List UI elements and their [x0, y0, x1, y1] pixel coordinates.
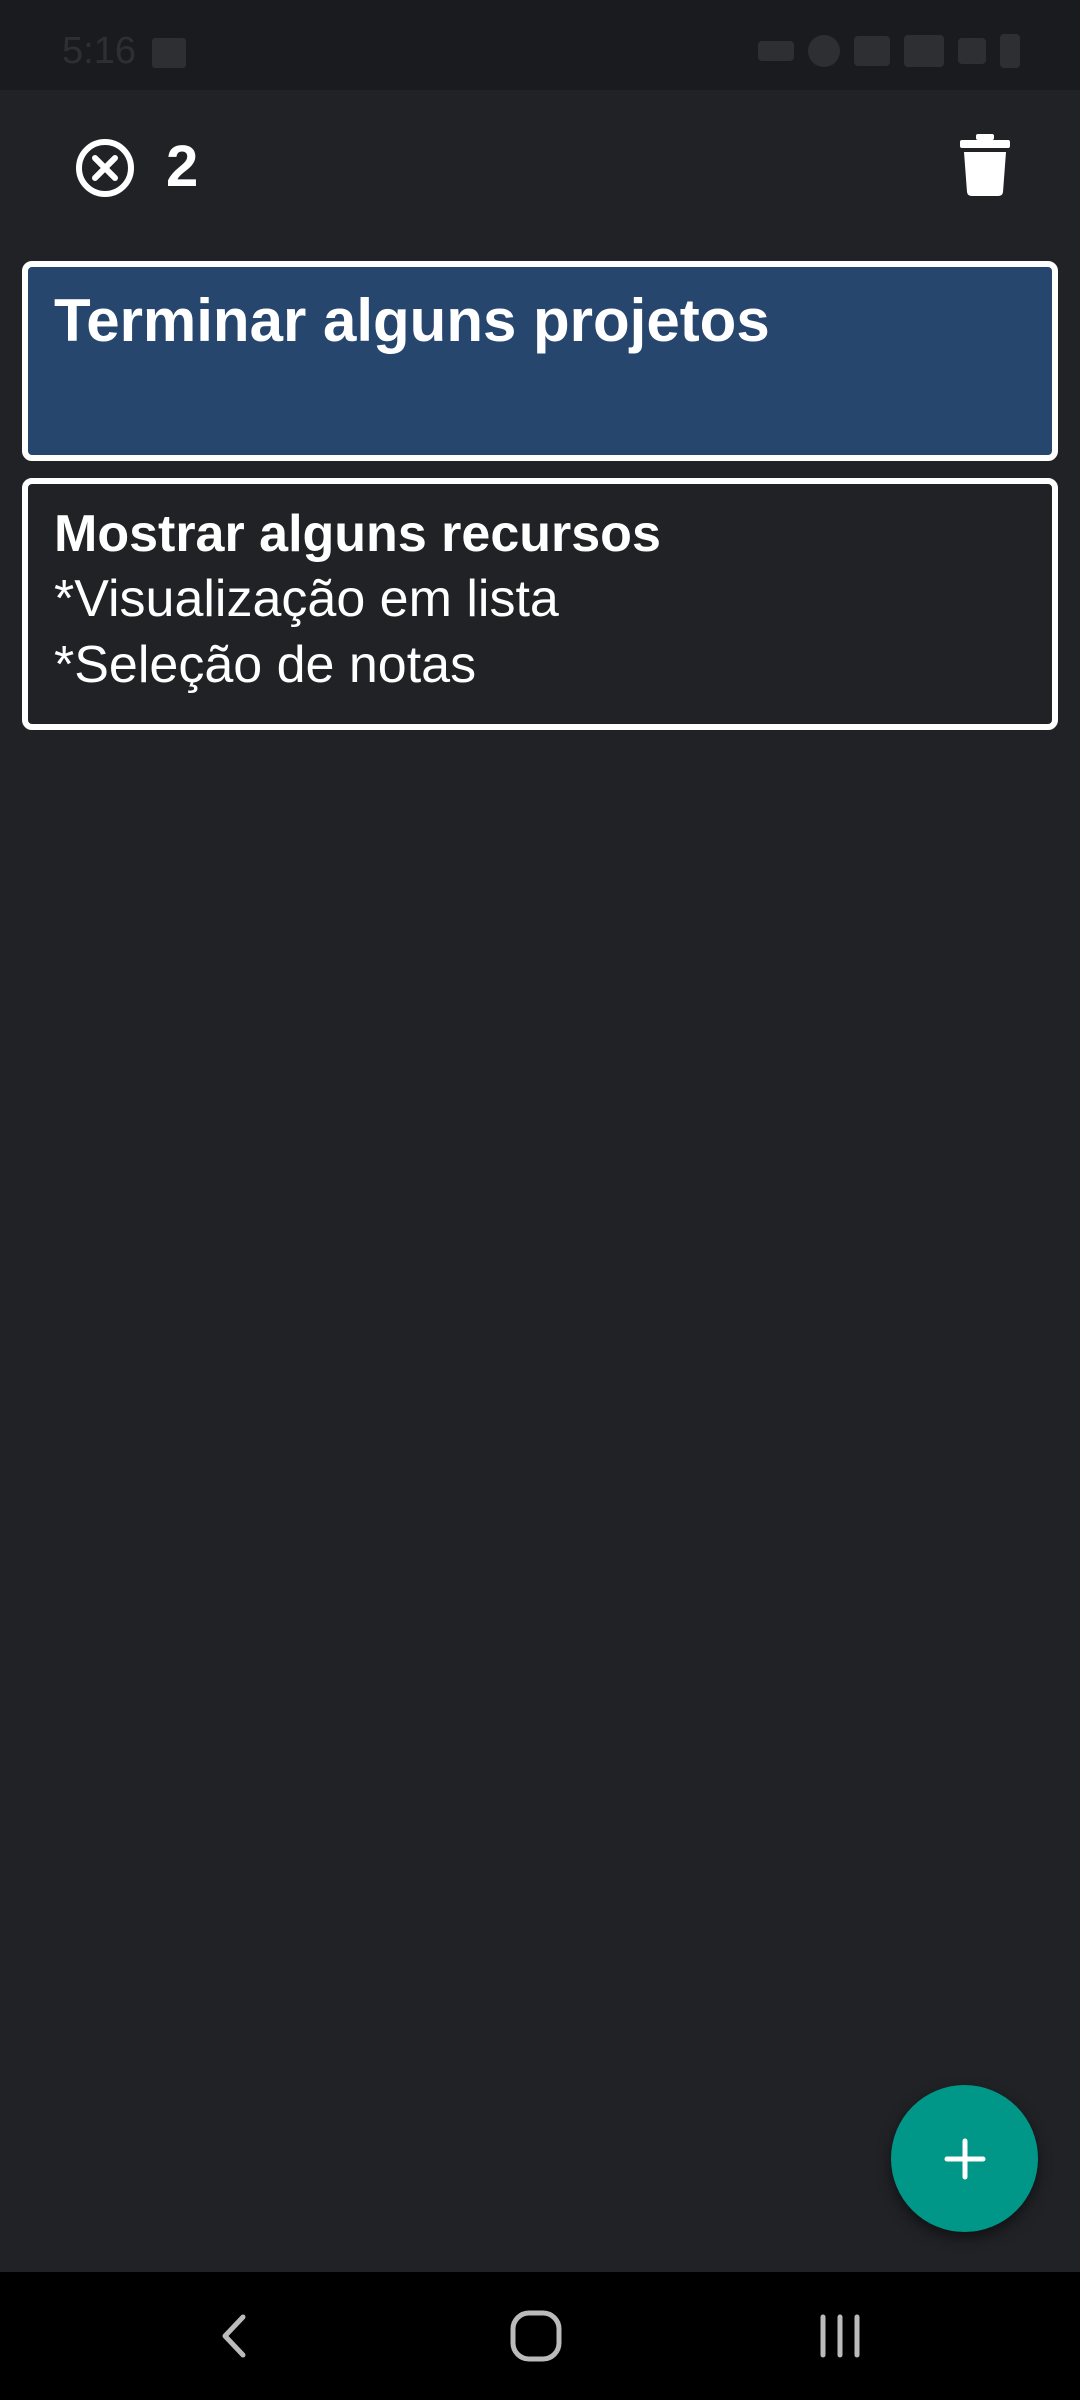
note-body-line: *Seleção de notas: [54, 636, 477, 694]
selected-count: 2: [166, 134, 199, 199]
recents-icon: [820, 2314, 860, 2358]
signal-bars-icon: [958, 38, 986, 64]
back-button[interactable]: [190, 2294, 280, 2378]
close-selection-button[interactable]: [72, 135, 138, 201]
navigation-bar: [0, 2272, 1080, 2400]
home-icon: [510, 2310, 562, 2362]
add-note-button[interactable]: [891, 2085, 1038, 2232]
trash-icon: [960, 134, 1010, 196]
recents-button[interactable]: [795, 2294, 885, 2378]
plus-icon: [944, 2138, 985, 2179]
image-notification-icon: [152, 38, 186, 68]
selection-toolbar: 2: [0, 90, 1080, 240]
signal-lte-icon: [904, 35, 944, 67]
note-card-selected[interactable]: Terminar alguns projetos: [22, 261, 1058, 461]
status-bar: 5:16: [0, 0, 1080, 90]
note-title: Terminar alguns projetos: [54, 287, 770, 354]
status-icons: [758, 34, 1020, 68]
vpn-key-icon: [758, 41, 794, 61]
note-title: Mostrar alguns recursos: [54, 505, 661, 563]
alarm-icon: [808, 35, 840, 67]
home-button[interactable]: [491, 2294, 581, 2378]
note-card[interactable]: Mostrar alguns recursos *Visualização em…: [22, 478, 1058, 730]
battery-icon: [1000, 34, 1020, 68]
delete-button[interactable]: [960, 134, 1010, 196]
close-circle-icon: [76, 139, 134, 197]
back-icon: [222, 2314, 246, 2358]
status-time: 5:16: [62, 30, 136, 72]
note-body-line: *Visualização em lista: [54, 570, 559, 628]
wifi-icon: [854, 36, 890, 66]
